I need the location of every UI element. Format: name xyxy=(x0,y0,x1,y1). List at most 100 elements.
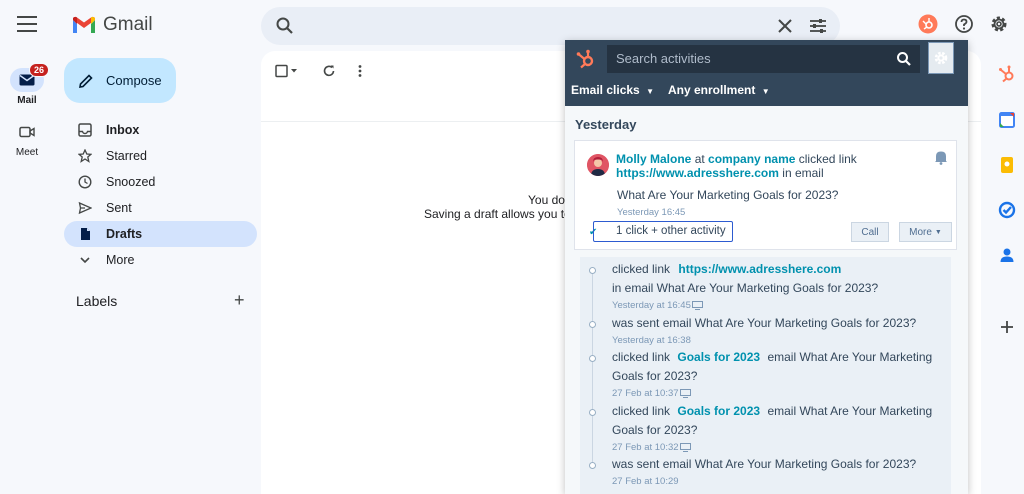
timestamp-text: Yesterday at 16:38 xyxy=(612,335,691,346)
filter-label: Any enrollment xyxy=(668,83,756,97)
nav-label: Inbox xyxy=(106,123,140,137)
entry-link[interactable]: https://www.adresshere.com xyxy=(678,262,841,276)
activity-description: Molly Malone at company name clicked lin… xyxy=(616,152,916,180)
mail-nav: Inbox Starred Snoozed Sent Drafts More xyxy=(64,117,257,273)
nav-item-snoozed[interactable]: Snoozed xyxy=(64,169,257,195)
rail-mail[interactable]: 26 Mail xyxy=(0,63,54,106)
company-name-link[interactable]: company name xyxy=(708,152,795,166)
timeline-timestamp: Yesterday at 16:45 xyxy=(612,300,703,311)
get-addons-plus-icon[interactable] xyxy=(992,317,1022,337)
hubspot-logo-icon xyxy=(576,49,594,69)
filter-label: Email clicks xyxy=(571,83,640,97)
desktop-device-icon xyxy=(691,301,703,310)
timestamp-text: 27 Feb at 10:37 xyxy=(612,388,679,399)
refresh-icon[interactable] xyxy=(322,64,336,78)
activity-timestamp: Yesterday 16:45 xyxy=(617,207,686,218)
search-icon[interactable] xyxy=(275,16,295,36)
timeline-entry: clicked link Goals for 2023 email What A… xyxy=(612,348,947,386)
hubspot-activity-panel: Search activities Email clicks ▼ Any enr… xyxy=(565,40,968,494)
nav-label: More xyxy=(106,253,135,267)
timeline-rail xyxy=(592,269,593,469)
more-vertical-icon[interactable] xyxy=(357,64,363,78)
checkbox-dropdown-icon xyxy=(275,64,297,78)
rail-meet[interactable]: Meet xyxy=(0,120,54,158)
inbox-icon xyxy=(78,123,92,137)
app-name: Gmail xyxy=(103,14,153,35)
email-subject: What Are Your Marketing Goals for 2023? xyxy=(617,188,839,202)
activity-type-filter[interactable]: Email clicks ▼ xyxy=(571,83,654,97)
caret-down-icon: ▼ xyxy=(934,228,942,236)
nav-label: Snoozed xyxy=(106,175,156,189)
timeline-timestamp: 27 Feb at 10:32 xyxy=(612,442,691,453)
timeline-timestamp: 27 Feb at 10:29 xyxy=(612,476,679,487)
draft-file-icon xyxy=(81,228,90,240)
timeline-dot xyxy=(589,321,596,328)
contact-avatar xyxy=(587,154,609,176)
main-menu-button[interactable] xyxy=(17,16,37,32)
contacts-icon[interactable] xyxy=(992,245,1022,265)
tasks-icon[interactable] xyxy=(992,200,1022,220)
nav-label: Sent xyxy=(106,201,132,215)
chevron-down-icon xyxy=(80,257,90,264)
keep-notes-icon[interactable] xyxy=(992,155,1022,175)
add-label-icon[interactable]: + xyxy=(234,290,245,311)
more-label: More xyxy=(909,226,932,238)
timeline-dot xyxy=(589,409,596,416)
gmail-m-icon xyxy=(73,16,95,33)
activity-search-input[interactable]: Search activities xyxy=(607,45,920,73)
gmail-logo[interactable]: Gmail xyxy=(72,14,153,36)
nav-label: Starred xyxy=(106,149,147,163)
caret-down-icon: ▼ xyxy=(646,87,654,96)
entry-text: clicked link xyxy=(612,404,671,418)
nav-item-inbox[interactable]: Inbox xyxy=(64,117,257,143)
video-camera-icon xyxy=(19,126,35,138)
timeline-entry: clicked link https://www.adresshere.com … xyxy=(612,260,947,298)
call-button[interactable]: Call xyxy=(851,222,889,242)
search-options-icon[interactable] xyxy=(808,16,828,36)
enrollment-filter[interactable]: Any enrollment ▼ xyxy=(668,83,770,97)
compose-button[interactable]: Compose xyxy=(64,58,176,103)
select-all-checkbox[interactable] xyxy=(275,64,299,83)
calendar-icon[interactable] xyxy=(992,110,1022,130)
help-icon[interactable] xyxy=(954,14,974,34)
activity-timeline: clicked link https://www.adresshere.com … xyxy=(580,257,951,494)
hubspot-sidebar-icon[interactable] xyxy=(992,64,1022,84)
nav-item-drafts[interactable]: Drafts xyxy=(64,221,257,247)
timeline-dot xyxy=(589,462,596,469)
hubspot-extension-icon[interactable] xyxy=(918,14,938,34)
entry-text: email What Are Your Marketing xyxy=(767,404,933,418)
activity-card: Molly Malone at company name clicked lin… xyxy=(574,140,957,250)
rail-meet-label: Meet xyxy=(15,147,39,158)
search-icon[interactable] xyxy=(896,51,912,67)
entry-text: in email What Are Your Marketing Goals f… xyxy=(612,281,879,295)
desktop-device-icon xyxy=(679,443,691,452)
contact-name-link[interactable]: Molly Malone xyxy=(616,152,691,166)
timeline-entry: was sent email What Are Your Marketing G… xyxy=(612,314,947,333)
settings-gear-icon[interactable] xyxy=(989,14,1009,34)
nav-item-more[interactable]: More xyxy=(64,247,257,273)
menu-bar xyxy=(17,30,37,32)
entry-text: was sent email What Are Your Marketing G… xyxy=(612,316,917,330)
timeline-entry: clicked link Goals for 2023 email What A… xyxy=(612,402,947,440)
bell-icon[interactable] xyxy=(934,149,948,165)
meet-pill xyxy=(10,120,44,144)
nav-item-sent[interactable]: Sent xyxy=(64,195,257,221)
action-text: clicked link xyxy=(798,152,857,166)
entry-link[interactable]: Goals for 2023 xyxy=(677,350,760,364)
entry-text: clicked link xyxy=(612,262,671,276)
star-icon xyxy=(78,149,92,163)
timestamp-text: Yesterday at 16:45 xyxy=(612,300,691,311)
gear-icon xyxy=(934,51,948,65)
clear-search-icon[interactable] xyxy=(775,16,795,36)
entry-text: Goals for 2023? xyxy=(612,423,698,437)
more-actions-button[interactable]: More ▼ xyxy=(899,222,952,242)
nav-item-starred[interactable]: Starred xyxy=(64,143,257,169)
entry-link[interactable]: Goals for 2023 xyxy=(677,404,760,418)
caret-down-icon: ▼ xyxy=(761,87,770,96)
menu-bar xyxy=(17,16,37,18)
expand-activity-button[interactable]: 1 click + other activity xyxy=(593,221,733,242)
hubspot-settings-button[interactable] xyxy=(928,42,954,74)
clock-icon xyxy=(78,175,92,189)
unread-count-badge: 26 xyxy=(29,63,50,77)
clicked-url-link[interactable]: https://www.adresshere.com xyxy=(616,166,779,180)
